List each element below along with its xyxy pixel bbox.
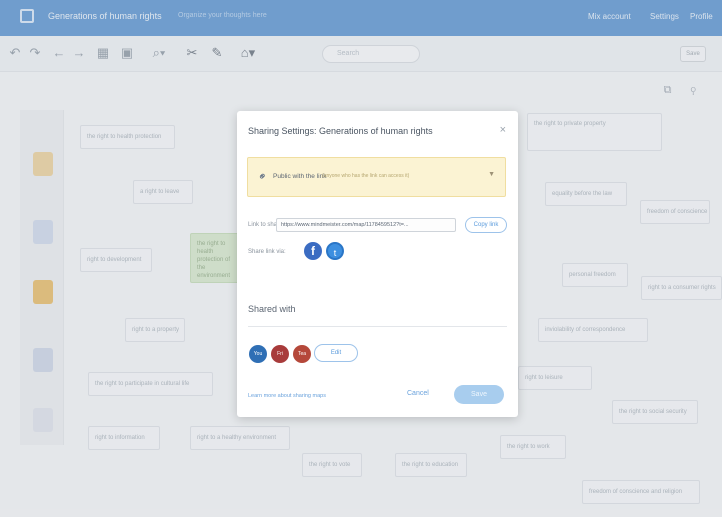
share-via-label: Share link via: <box>248 249 286 255</box>
share-link-field[interactable]: https://www.mindmeister.com/map/11784595… <box>276 218 456 232</box>
facebook-icon[interactable]: f <box>304 242 322 260</box>
twitter-icon[interactable]: t <box>326 242 344 260</box>
sharing-settings-dialog: Sharing Settings: Generations of human r… <box>237 111 518 417</box>
learn-more-link[interactable]: Learn more about sharing maps <box>248 393 326 399</box>
link-icon: ⚭ <box>255 169 271 185</box>
copy-link-button[interactable]: Copy link <box>465 217 507 233</box>
close-icon[interactable]: × <box>500 124 506 136</box>
save-button[interactable]: Save <box>454 385 504 404</box>
divider <box>248 326 507 327</box>
avatar[interactable]: Fri <box>271 345 289 363</box>
access-level-dropdown[interactable]: ⚭ Public with the link (anyone who has t… <box>247 157 506 197</box>
dialog-title: Sharing Settings: Generations of human r… <box>248 126 433 136</box>
edit-collaborators-button[interactable]: Edit <box>314 344 358 362</box>
shared-with-heading: Shared with <box>248 304 296 314</box>
avatar[interactable]: Tea <box>293 345 311 363</box>
access-level-label: Public with the link <box>273 173 327 180</box>
cancel-button[interactable]: Cancel <box>407 390 429 397</box>
chevron-down-icon: ▼ <box>488 171 495 178</box>
access-level-description: (anyone who has the link can access it) <box>322 173 410 179</box>
avatar[interactable]: You <box>249 345 267 363</box>
